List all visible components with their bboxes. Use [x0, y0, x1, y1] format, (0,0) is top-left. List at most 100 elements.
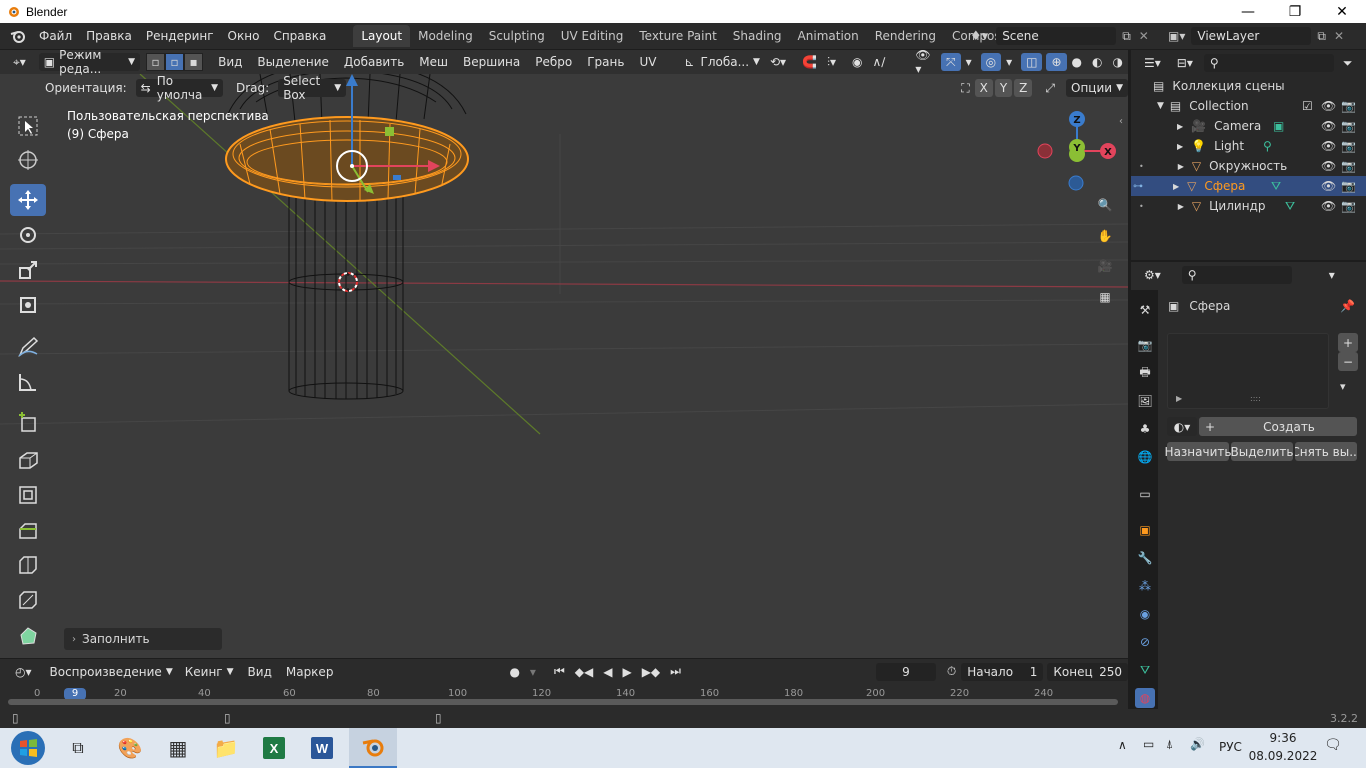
checkbox-icon[interactable]: ☑ [1302, 99, 1313, 113]
physics-tab-icon[interactable]: ◉ [1135, 604, 1155, 624]
menu-render[interactable]: Рендеринг [139, 29, 221, 43]
outliner-row-circle[interactable]: • ▶ ▽ Окружность 👁 📷 [1131, 156, 1366, 176]
scene-icon[interactable]: ♦▾ [970, 29, 988, 44]
sidebar-toggle-icon[interactable]: ‹ [1119, 116, 1123, 127]
clock-time[interactable]: 9:36 [1258, 731, 1308, 745]
knife-tool[interactable] [10, 584, 46, 616]
current-frame-field[interactable]: 9 [875, 662, 936, 681]
render-camera-icon[interactable]: 📷 [1341, 119, 1356, 133]
new-material-button[interactable]: + Создать [1199, 417, 1357, 436]
last-operator-panel[interactable]: › Заполнить [64, 628, 222, 650]
menu-vertex[interactable]: Вершина [458, 53, 525, 71]
modifier-tab-icon[interactable]: 🔧 [1135, 548, 1155, 568]
outliner-row-light[interactable]: ▶ 💡 Light ⚲ 👁 📷 [1131, 136, 1366, 156]
expand-arrow-icon[interactable]: ▶ [1178, 162, 1184, 171]
outliner-row-collection[interactable]: ▼ ▤ Collection ☑ 👁 📷 [1131, 96, 1366, 116]
viewlayer-icon[interactable]: ▣▾ [1168, 29, 1185, 43]
drag-dropdown[interactable]: Select Box ▼ [278, 74, 347, 102]
outliner-row-scene-collection[interactable]: ▤ Коллекция сцены [1131, 76, 1366, 96]
eye-icon[interactable]: 👁 [1321, 199, 1336, 213]
tab-animation[interactable]: Animation [790, 25, 867, 47]
overlay-toggle-icon[interactable]: ◎ [980, 53, 1002, 71]
annotate-tool[interactable] [10, 331, 46, 363]
xray-toggle-icon[interactable]: ◫ [1021, 53, 1043, 71]
jump-end-icon[interactable]: ⏭ [665, 663, 686, 681]
edit-mode-indicator-icon[interactable]: ⊶ [1133, 181, 1143, 192]
filter-icon[interactable]: ⏷ [1338, 54, 1358, 72]
material-browse-icon[interactable]: ◐▾ [1167, 417, 1197, 436]
expand-arrow-icon[interactable]: ▶ [1177, 122, 1183, 131]
menu-window[interactable]: Окно [221, 29, 267, 43]
show-hidden-icons-icon[interactable]: ∧ [1118, 738, 1127, 752]
tool-tab-icon[interactable]: ⚒ [1135, 300, 1155, 320]
falloff-icon[interactable]: ∧∕ [868, 53, 891, 71]
menu-face[interactable]: Грань [582, 53, 629, 71]
menu-select[interactable]: Выделение [252, 53, 333, 71]
particles-tab-icon[interactable]: ⁂ [1135, 576, 1155, 596]
timeline-scrollbar[interactable] [8, 699, 1118, 705]
timeline-menu-view[interactable]: Вид [243, 663, 277, 681]
tab-layout[interactable]: Layout [353, 25, 411, 47]
blender-app-icon[interactable] [349, 728, 397, 768]
properties-search-input[interactable]: ⚲ [1181, 266, 1292, 284]
select-box-tool[interactable] [10, 110, 46, 142]
task-view-icon[interactable]: ⧉ [54, 728, 102, 768]
world-tab-icon[interactable]: 🌐 [1135, 447, 1155, 467]
view-layer-tab-icon[interactable]: 🖼 [1135, 391, 1155, 411]
minimize-button[interactable]: — [1225, 0, 1271, 23]
record-icon[interactable]: ● [504, 663, 524, 681]
menu-help[interactable]: Справка [266, 29, 333, 43]
material-tab-icon[interactable]: ◍ [1135, 688, 1155, 708]
transform-orientation-dropdown[interactable]: ⊾ Глоба... ▼ [679, 53, 765, 71]
prev-keyframe-icon[interactable]: ◆◀ [570, 663, 598, 681]
remove-slot-button[interactable]: − [1338, 352, 1358, 371]
render-camera-icon[interactable]: 📷 [1341, 199, 1356, 213]
bevel-tool[interactable] [10, 514, 46, 546]
record-dropdown-icon[interactable]: ▾ [525, 663, 541, 681]
start-button[interactable] [4, 728, 52, 768]
scene-field[interactable]: Scene [996, 27, 1117, 45]
add-cube-tool[interactable] [10, 406, 46, 438]
battery-icon[interactable]: ▭ [1143, 737, 1154, 751]
tab-uv-editing[interactable]: UV Editing [553, 25, 632, 47]
gizmo-toggle-icon[interactable]: ⤧ [940, 53, 961, 71]
mirror-icon[interactable]: ⛶ [956, 79, 974, 97]
network-icon[interactable]: ⍋ [1166, 737, 1173, 752]
menu-edge[interactable]: Ребро [530, 53, 577, 71]
close-button[interactable]: ✕ [1319, 0, 1365, 23]
orientation-dropdown[interactable]: ⇆ По умолча ▼ [135, 74, 223, 102]
menu-add[interactable]: Добавить [339, 53, 409, 71]
slot-menu-chevron-icon[interactable]: ▾ [1340, 380, 1346, 393]
options-dropdown[interactable]: Опции ▼ [1066, 79, 1128, 97]
add-slot-button[interactable]: + [1338, 333, 1358, 352]
properties-editor-type-icon[interactable]: ⚙▾ [1139, 266, 1166, 284]
maximize-button[interactable]: ❐ [1272, 0, 1318, 23]
properties-options-icon[interactable]: ▾ [1324, 266, 1340, 284]
menu-edit[interactable]: Правка [79, 29, 139, 43]
viewlayer-remove-icon[interactable]: ✕ [1334, 29, 1344, 43]
timeline-menu-marker[interactable]: Маркер [281, 663, 339, 681]
tab-sculpting[interactable]: Sculpting [481, 25, 553, 47]
select-button[interactable]: Выделить [1231, 442, 1293, 461]
editor-type-icon[interactable]: ⌖▾ [8, 53, 31, 71]
scene-tab-icon[interactable]: ♣ [1135, 419, 1155, 439]
stopwatch-icon[interactable]: ⏱ [942, 663, 961, 681]
shading-rendered-icon[interactable]: ◑ [1108, 53, 1128, 71]
next-keyframe-icon[interactable]: ▶◆ [637, 663, 665, 681]
mirror-y-toggle[interactable]: Y [994, 79, 1013, 97]
inset-tool[interactable] [10, 479, 46, 511]
outliner-row-camera[interactable]: ▶ 🎥 Camera ▣ 👁 📷 [1131, 116, 1366, 136]
tab-texture-paint[interactable]: Texture Paint [631, 25, 724, 47]
gizmo-dropdown-icon[interactable]: ▾ [961, 53, 977, 71]
eye-icon[interactable]: 👁 [1321, 119, 1336, 133]
file-explorer-icon[interactable]: 📁 [202, 728, 250, 768]
render-tab-icon[interactable]: 📷 [1135, 335, 1155, 355]
pan-hand-icon[interactable]: ✋ [1093, 224, 1117, 248]
pin-icon[interactable]: 📌 [1340, 299, 1355, 313]
expand-arrow-icon[interactable]: ▶ [1178, 202, 1184, 211]
auto-merge-icon[interactable]: ⤢ [1040, 79, 1060, 97]
outliner-row-sphere[interactable]: ⊶ ▶ ▽ Сфера ⛛ 👁 📷 [1131, 176, 1366, 196]
render-camera-icon[interactable]: 📷 [1341, 179, 1356, 193]
data-tab-icon[interactable]: ⛛ [1135, 660, 1155, 680]
timeline-editor-type-icon[interactable]: ◴▾ [10, 663, 37, 681]
